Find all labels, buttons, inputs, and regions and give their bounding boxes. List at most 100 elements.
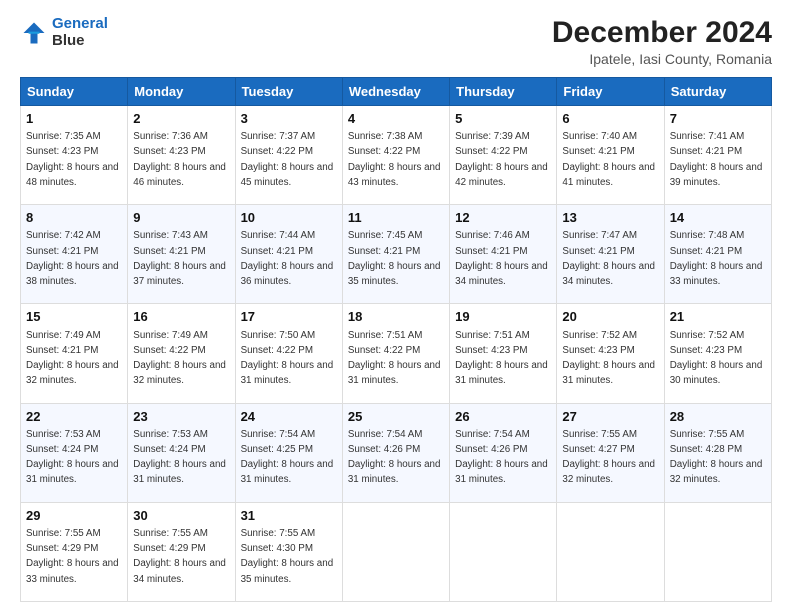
day-number: 10	[241, 209, 337, 227]
day-number: 4	[348, 110, 444, 128]
day-info: Sunrise: 7:44 AMSunset: 4:21 PMDaylight:…	[241, 230, 334, 287]
day-number: 20	[562, 308, 658, 326]
weekday-header-row: SundayMondayTuesdayWednesdayThursdayFrid…	[21, 78, 772, 106]
day-number: 6	[562, 110, 658, 128]
weekday-header-friday: Friday	[557, 78, 664, 106]
calendar-cell: 7 Sunrise: 7:41 AMSunset: 4:21 PMDayligh…	[664, 106, 771, 205]
day-info: Sunrise: 7:52 AMSunset: 4:23 PMDaylight:…	[562, 330, 655, 387]
calendar-cell: 30 Sunrise: 7:55 AMSunset: 4:29 PMDaylig…	[128, 502, 235, 601]
calendar-cell: 26 Sunrise: 7:54 AMSunset: 4:26 PMDaylig…	[450, 403, 557, 502]
weekday-header-tuesday: Tuesday	[235, 78, 342, 106]
day-number: 26	[455, 408, 551, 426]
page: General Blue December 2024 Ipatele, Iasi…	[0, 0, 792, 612]
day-number: 31	[241, 507, 337, 525]
calendar-table: SundayMondayTuesdayWednesdayThursdayFrid…	[20, 77, 772, 602]
day-info: Sunrise: 7:37 AMSunset: 4:22 PMDaylight:…	[241, 131, 334, 188]
day-info: Sunrise: 7:52 AMSunset: 4:23 PMDaylight:…	[670, 330, 763, 387]
calendar-cell: 9 Sunrise: 7:43 AMSunset: 4:21 PMDayligh…	[128, 205, 235, 304]
logo-text: General Blue	[52, 16, 108, 49]
calendar-cell: 1 Sunrise: 7:35 AMSunset: 4:23 PMDayligh…	[21, 106, 128, 205]
day-info: Sunrise: 7:48 AMSunset: 4:21 PMDaylight:…	[670, 230, 763, 287]
day-info: Sunrise: 7:54 AMSunset: 4:26 PMDaylight:…	[455, 429, 548, 486]
calendar-cell: 24 Sunrise: 7:54 AMSunset: 4:25 PMDaylig…	[235, 403, 342, 502]
weekday-header-monday: Monday	[128, 78, 235, 106]
day-info: Sunrise: 7:55 AMSunset: 4:30 PMDaylight:…	[241, 528, 334, 585]
day-number: 8	[26, 209, 122, 227]
day-number: 12	[455, 209, 551, 227]
day-number: 13	[562, 209, 658, 227]
calendar-cell: 16 Sunrise: 7:49 AMSunset: 4:22 PMDaylig…	[128, 304, 235, 403]
day-info: Sunrise: 7:41 AMSunset: 4:21 PMDaylight:…	[670, 131, 763, 188]
weekday-header-wednesday: Wednesday	[342, 78, 449, 106]
day-number: 9	[133, 209, 229, 227]
calendar-cell: 29 Sunrise: 7:55 AMSunset: 4:29 PMDaylig…	[21, 502, 128, 601]
calendar-cell: 20 Sunrise: 7:52 AMSunset: 4:23 PMDaylig…	[557, 304, 664, 403]
day-info: Sunrise: 7:39 AMSunset: 4:22 PMDaylight:…	[455, 131, 548, 188]
calendar-cell: 8 Sunrise: 7:42 AMSunset: 4:21 PMDayligh…	[21, 205, 128, 304]
logo-line1: General	[52, 15, 108, 32]
day-number: 14	[670, 209, 766, 227]
day-number: 16	[133, 308, 229, 326]
day-number: 2	[133, 110, 229, 128]
day-info: Sunrise: 7:42 AMSunset: 4:21 PMDaylight:…	[26, 230, 119, 287]
day-info: Sunrise: 7:38 AMSunset: 4:22 PMDaylight:…	[348, 131, 441, 188]
logo: General Blue	[20, 16, 108, 49]
day-number: 19	[455, 308, 551, 326]
day-number: 23	[133, 408, 229, 426]
day-info: Sunrise: 7:49 AMSunset: 4:21 PMDaylight:…	[26, 330, 119, 387]
day-info: Sunrise: 7:54 AMSunset: 4:26 PMDaylight:…	[348, 429, 441, 486]
day-number: 28	[670, 408, 766, 426]
calendar-cell: 13 Sunrise: 7:47 AMSunset: 4:21 PMDaylig…	[557, 205, 664, 304]
weekday-header-thursday: Thursday	[450, 78, 557, 106]
calendar-cell: 5 Sunrise: 7:39 AMSunset: 4:22 PMDayligh…	[450, 106, 557, 205]
day-info: Sunrise: 7:47 AMSunset: 4:21 PMDaylight:…	[562, 230, 655, 287]
weekday-header-sunday: Sunday	[21, 78, 128, 106]
calendar-cell: 4 Sunrise: 7:38 AMSunset: 4:22 PMDayligh…	[342, 106, 449, 205]
calendar-cell: 6 Sunrise: 7:40 AMSunset: 4:21 PMDayligh…	[557, 106, 664, 205]
calendar-cell: 31 Sunrise: 7:55 AMSunset: 4:30 PMDaylig…	[235, 502, 342, 601]
day-info: Sunrise: 7:55 AMSunset: 4:29 PMDaylight:…	[26, 528, 119, 585]
calendar-cell	[664, 502, 771, 601]
calendar-cell: 10 Sunrise: 7:44 AMSunset: 4:21 PMDaylig…	[235, 205, 342, 304]
calendar-cell	[557, 502, 664, 601]
day-info: Sunrise: 7:40 AMSunset: 4:21 PMDaylight:…	[562, 131, 655, 188]
day-info: Sunrise: 7:55 AMSunset: 4:27 PMDaylight:…	[562, 429, 655, 486]
week-row-4: 22 Sunrise: 7:53 AMSunset: 4:24 PMDaylig…	[21, 403, 772, 502]
day-number: 21	[670, 308, 766, 326]
day-number: 7	[670, 110, 766, 128]
calendar-cell: 17 Sunrise: 7:50 AMSunset: 4:22 PMDaylig…	[235, 304, 342, 403]
calendar-cell	[450, 502, 557, 601]
week-row-3: 15 Sunrise: 7:49 AMSunset: 4:21 PMDaylig…	[21, 304, 772, 403]
day-number: 30	[133, 507, 229, 525]
day-info: Sunrise: 7:51 AMSunset: 4:22 PMDaylight:…	[348, 330, 441, 387]
logo-line2: Blue	[52, 33, 108, 50]
day-info: Sunrise: 7:50 AMSunset: 4:22 PMDaylight:…	[241, 330, 334, 387]
calendar-cell: 14 Sunrise: 7:48 AMSunset: 4:21 PMDaylig…	[664, 205, 771, 304]
day-info: Sunrise: 7:51 AMSunset: 4:23 PMDaylight:…	[455, 330, 548, 387]
day-number: 22	[26, 408, 122, 426]
day-number: 24	[241, 408, 337, 426]
day-number: 18	[348, 308, 444, 326]
day-number: 3	[241, 110, 337, 128]
calendar-cell	[342, 502, 449, 601]
day-info: Sunrise: 7:35 AMSunset: 4:23 PMDaylight:…	[26, 131, 119, 188]
day-info: Sunrise: 7:54 AMSunset: 4:25 PMDaylight:…	[241, 429, 334, 486]
day-info: Sunrise: 7:43 AMSunset: 4:21 PMDaylight:…	[133, 230, 226, 287]
day-number: 5	[455, 110, 551, 128]
calendar-cell: 2 Sunrise: 7:36 AMSunset: 4:23 PMDayligh…	[128, 106, 235, 205]
day-info: Sunrise: 7:53 AMSunset: 4:24 PMDaylight:…	[133, 429, 226, 486]
calendar-cell: 11 Sunrise: 7:45 AMSunset: 4:21 PMDaylig…	[342, 205, 449, 304]
calendar-cell: 15 Sunrise: 7:49 AMSunset: 4:21 PMDaylig…	[21, 304, 128, 403]
day-number: 15	[26, 308, 122, 326]
day-info: Sunrise: 7:45 AMSunset: 4:21 PMDaylight:…	[348, 230, 441, 287]
calendar-cell: 3 Sunrise: 7:37 AMSunset: 4:22 PMDayligh…	[235, 106, 342, 205]
main-title: December 2024	[552, 16, 772, 49]
day-number: 29	[26, 507, 122, 525]
day-number: 25	[348, 408, 444, 426]
calendar-cell: 23 Sunrise: 7:53 AMSunset: 4:24 PMDaylig…	[128, 403, 235, 502]
title-block: December 2024 Ipatele, Iasi County, Roma…	[552, 16, 772, 67]
week-row-5: 29 Sunrise: 7:55 AMSunset: 4:29 PMDaylig…	[21, 502, 772, 601]
day-info: Sunrise: 7:36 AMSunset: 4:23 PMDaylight:…	[133, 131, 226, 188]
calendar-cell: 28 Sunrise: 7:55 AMSunset: 4:28 PMDaylig…	[664, 403, 771, 502]
week-row-1: 1 Sunrise: 7:35 AMSunset: 4:23 PMDayligh…	[21, 106, 772, 205]
